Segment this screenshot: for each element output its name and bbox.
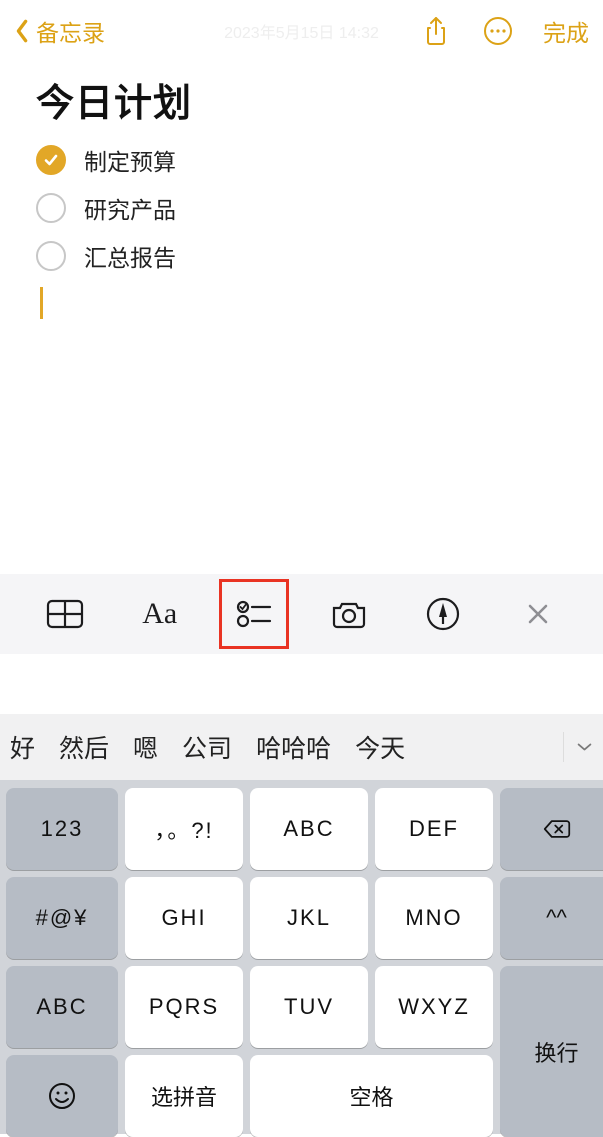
checkbox-unchecked[interactable] bbox=[36, 241, 66, 271]
format-toolbar: Aa bbox=[0, 574, 603, 654]
key-def[interactable]: DEF bbox=[375, 788, 493, 870]
checklist-item[interactable]: 研究产品 bbox=[36, 191, 567, 225]
camera-icon bbox=[330, 599, 368, 629]
key-return[interactable]: 换行 bbox=[500, 966, 603, 1137]
suggestion[interactable]: 今天 bbox=[355, 729, 405, 765]
back-button[interactable]: 备忘录 bbox=[14, 14, 105, 48]
key-emoji[interactable] bbox=[6, 1055, 118, 1137]
key-tuv[interactable]: TUV bbox=[250, 966, 368, 1048]
textformat-button[interactable]: Aa bbox=[133, 587, 187, 641]
key-wxyz[interactable]: WXYZ bbox=[375, 966, 493, 1048]
checklist-button[interactable] bbox=[227, 587, 281, 641]
table-button[interactable] bbox=[38, 587, 92, 641]
backspace-icon bbox=[543, 815, 571, 843]
suggestion[interactable]: 公司 bbox=[182, 729, 232, 765]
keyboard: 123 ，。?! ABC DEF #@¥ GHI JKL MNO ^^ ABC … bbox=[0, 780, 603, 1134]
key-space[interactable]: 空格 bbox=[250, 1055, 493, 1137]
key-caret[interactable]: ^^ bbox=[500, 877, 603, 959]
navbar: 备忘录 2023年5月15日 14:32 完成 bbox=[0, 0, 603, 62]
suggestion[interactable]: 哈哈哈 bbox=[256, 729, 331, 765]
key-punct[interactable]: ，。?! bbox=[125, 788, 243, 870]
checklist-item[interactable]: 制定预算 bbox=[36, 143, 567, 177]
key-ghi[interactable]: GHI bbox=[125, 877, 243, 959]
suggestion[interactable]: 然后 bbox=[59, 729, 109, 765]
key-symbols[interactable]: #@¥ bbox=[6, 877, 118, 959]
checkbox-unchecked[interactable] bbox=[36, 193, 66, 223]
more-button[interactable] bbox=[481, 14, 515, 48]
suggestions-expand-button[interactable] bbox=[563, 732, 593, 762]
checklist-item-label[interactable]: 汇总报告 bbox=[84, 239, 176, 273]
done-button[interactable]: 完成 bbox=[543, 14, 589, 48]
checklist-item[interactable]: 汇总报告 bbox=[36, 239, 567, 273]
suggestion[interactable]: 嗯 bbox=[133, 729, 158, 765]
key-mno[interactable]: MNO bbox=[375, 877, 493, 959]
key-pqrs[interactable]: PQRS bbox=[125, 966, 243, 1048]
close-toolbar-button[interactable] bbox=[511, 587, 565, 641]
share-button[interactable] bbox=[419, 14, 453, 48]
ellipsis-circle-icon bbox=[483, 16, 513, 46]
table-icon bbox=[46, 599, 84, 629]
note-timestamp: 2023年5月15日 14:32 bbox=[224, 19, 379, 43]
checklist-item-label[interactable]: 研究产品 bbox=[84, 191, 176, 225]
checkbox-checked[interactable] bbox=[36, 145, 66, 175]
chevron-down-icon bbox=[576, 740, 593, 754]
textformat-icon: Aa bbox=[142, 597, 177, 631]
suggestion[interactable]: 好 bbox=[10, 729, 35, 765]
key-backspace[interactable] bbox=[500, 788, 603, 870]
note-body[interactable]: 今日计划 制定预算 研究产品 汇总报告 bbox=[0, 62, 603, 319]
markup-button[interactable] bbox=[416, 587, 470, 641]
note-title[interactable]: 今日计划 bbox=[36, 72, 567, 127]
checklist-item-label[interactable]: 制定预算 bbox=[84, 143, 176, 177]
key-abc-mode[interactable]: ABC bbox=[6, 966, 118, 1048]
camera-button[interactable] bbox=[322, 587, 376, 641]
close-icon bbox=[526, 602, 550, 626]
checklist-icon bbox=[236, 599, 272, 629]
key-pinyin-select[interactable]: 选拼音 bbox=[125, 1055, 243, 1137]
key-jkl[interactable]: JKL bbox=[250, 877, 368, 959]
text-cursor bbox=[40, 287, 43, 319]
share-icon bbox=[423, 16, 449, 46]
key-abc2[interactable]: ABC bbox=[250, 788, 368, 870]
chevron-left-icon bbox=[14, 19, 30, 43]
back-label: 备忘录 bbox=[36, 14, 105, 48]
key-123[interactable]: 123 bbox=[6, 788, 118, 870]
keyboard-suggestions: 好 然后 嗯 公司 哈哈哈 今天 bbox=[0, 714, 603, 780]
markup-icon bbox=[426, 597, 460, 631]
emoji-icon bbox=[48, 1082, 76, 1110]
